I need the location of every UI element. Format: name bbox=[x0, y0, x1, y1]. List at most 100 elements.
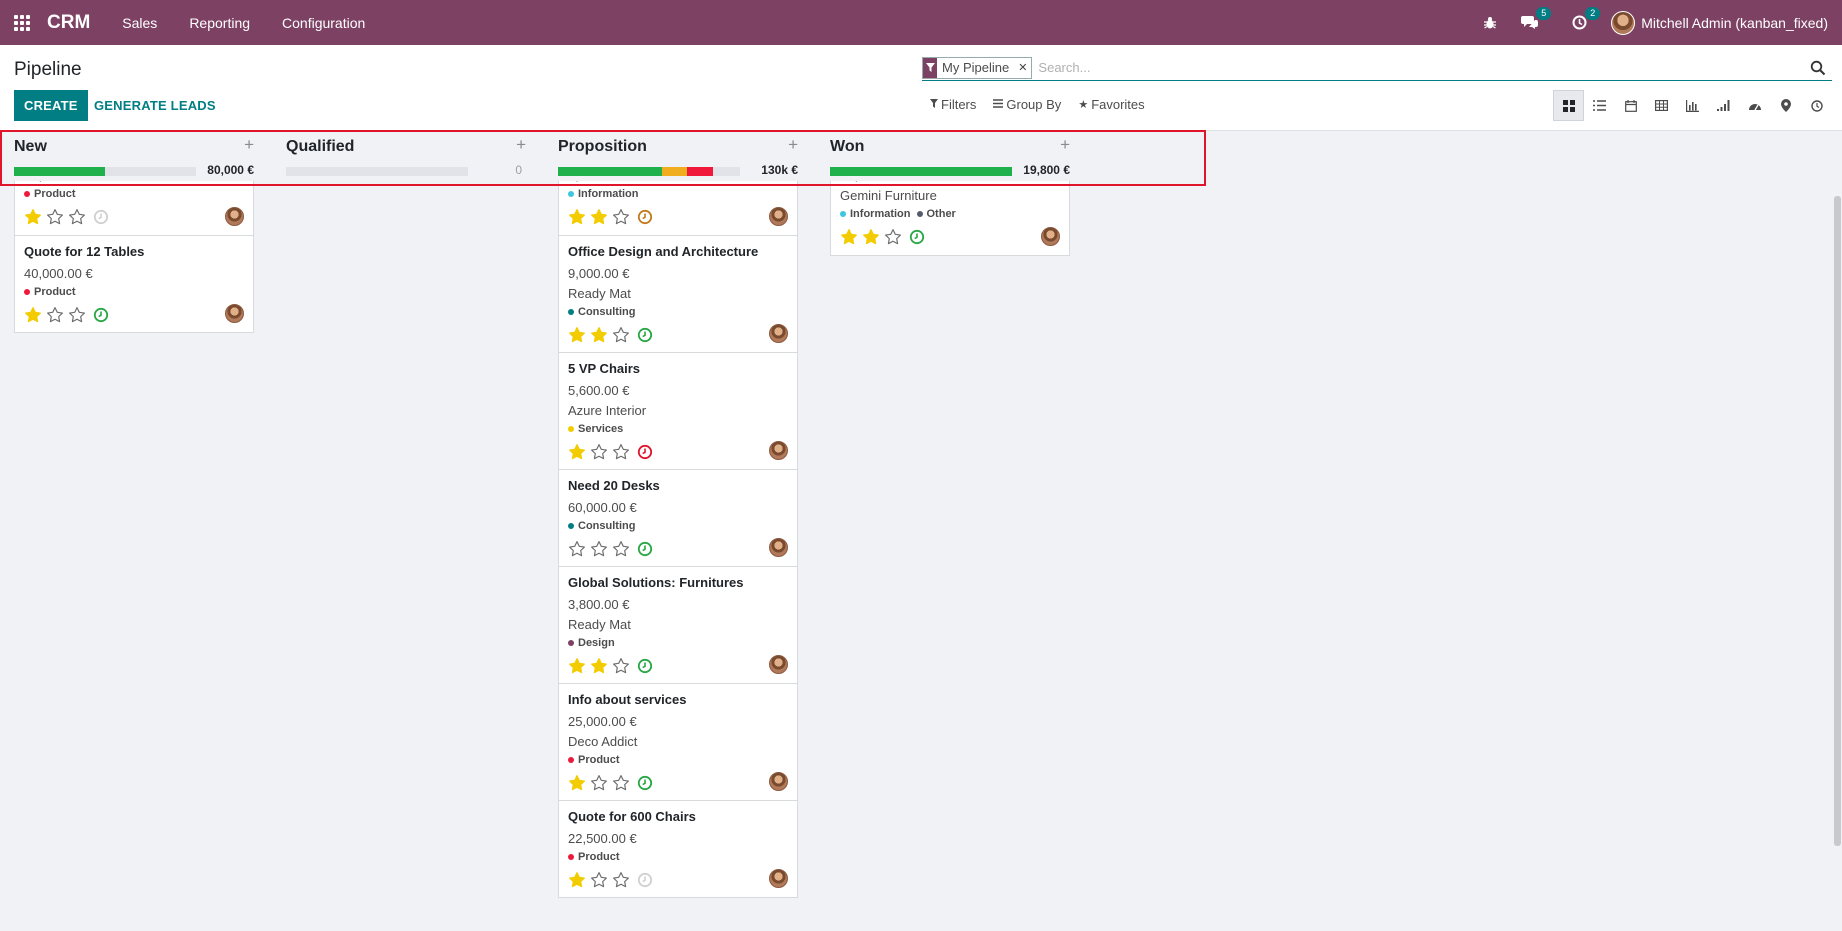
salesperson-avatar[interactable] bbox=[769, 772, 788, 791]
kanban-card[interactable]: Need 20 Desks 60,000.00 € Consulting bbox=[558, 469, 798, 567]
add-card-icon[interactable]: + bbox=[244, 135, 254, 155]
kanban-card[interactable]: 4,500.00 € Information bbox=[558, 173, 798, 236]
facet-remove-icon[interactable]: ✕ bbox=[1014, 58, 1031, 78]
priority-star-icon[interactable] bbox=[862, 228, 880, 246]
apps-menu-button[interactable] bbox=[0, 0, 44, 45]
add-card-icon[interactable]: + bbox=[516, 135, 526, 155]
kanban-view-button[interactable] bbox=[1553, 90, 1584, 121]
priority-star-icon[interactable] bbox=[612, 871, 630, 889]
activity-clock-icon[interactable] bbox=[637, 209, 653, 225]
priority-star-icon[interactable] bbox=[590, 657, 608, 675]
activity-clock-icon[interactable] bbox=[637, 775, 653, 791]
column-progress-bar[interactable] bbox=[286, 167, 468, 176]
activity-clock-icon[interactable] bbox=[637, 658, 653, 674]
search-input[interactable] bbox=[1038, 60, 1810, 75]
kanban-card[interactable]: 19,800.00 € Gemini Furniture Information… bbox=[830, 173, 1070, 256]
progress-segment[interactable] bbox=[661, 167, 688, 176]
add-card-icon[interactable]: + bbox=[1060, 135, 1070, 155]
column-title[interactable]: Proposition bbox=[558, 138, 647, 156]
priority-star-icon[interactable] bbox=[612, 657, 630, 675]
activity-clock-icon[interactable] bbox=[637, 541, 653, 557]
column-title[interactable]: Qualified bbox=[286, 138, 354, 156]
priority-star-icon[interactable] bbox=[24, 208, 42, 226]
app-brand[interactable]: CRM bbox=[47, 12, 90, 34]
priority-star-icon[interactable] bbox=[24, 306, 42, 324]
activity-clock-icon[interactable] bbox=[637, 444, 653, 460]
menu-sales[interactable]: Sales bbox=[106, 15, 173, 31]
column-progress-bar[interactable] bbox=[558, 167, 740, 176]
progress-segment[interactable] bbox=[558, 167, 662, 176]
list-view-button[interactable] bbox=[1584, 90, 1615, 121]
priority-star-icon[interactable] bbox=[590, 871, 608, 889]
activity-clock-icon[interactable] bbox=[637, 327, 653, 343]
priority-star-icon[interactable] bbox=[612, 326, 630, 344]
priority-star-icon[interactable] bbox=[612, 443, 630, 461]
priority-star-icon[interactable] bbox=[68, 208, 86, 226]
favorites-toggle[interactable]: ★ Favorites bbox=[1078, 97, 1144, 112]
column-title[interactable]: Won bbox=[830, 138, 864, 156]
kanban-card[interactable]: 40,000.00 € Product bbox=[14, 173, 254, 236]
salesperson-avatar[interactable] bbox=[769, 441, 788, 460]
priority-star-icon[interactable] bbox=[568, 774, 586, 792]
priority-star-icon[interactable] bbox=[568, 208, 586, 226]
vertical-scrollbar[interactable] bbox=[1833, 131, 1842, 931]
create-button[interactable]: CREATE bbox=[14, 90, 88, 121]
kanban-card[interactable]: Quote for 12 Tables 40,000.00 € Product bbox=[14, 235, 254, 333]
add-card-icon[interactable]: + bbox=[788, 135, 798, 155]
priority-star-icon[interactable] bbox=[590, 443, 608, 461]
column-progress-bar[interactable] bbox=[830, 167, 1012, 176]
progress-segment[interactable] bbox=[830, 167, 1012, 176]
kanban-card[interactable]: Global Solutions: Furnitures 3,800.00 € … bbox=[558, 566, 798, 684]
priority-star-icon[interactable] bbox=[590, 326, 608, 344]
priority-star-icon[interactable] bbox=[840, 228, 858, 246]
graph-view-button[interactable] bbox=[1677, 90, 1708, 121]
activities-clock-icon[interactable]: 2 bbox=[1572, 7, 1601, 30]
priority-star-icon[interactable] bbox=[590, 774, 608, 792]
activity-clock-icon[interactable] bbox=[637, 872, 653, 888]
generate-leads-button[interactable]: GENERATE LEADS bbox=[86, 90, 224, 121]
salesperson-avatar[interactable] bbox=[1041, 227, 1060, 246]
priority-star-icon[interactable] bbox=[568, 443, 586, 461]
pivot-view-button[interactable] bbox=[1646, 90, 1677, 121]
salesperson-avatar[interactable] bbox=[225, 304, 244, 323]
priority-star-icon[interactable] bbox=[46, 306, 64, 324]
column-progress-bar[interactable] bbox=[14, 167, 196, 176]
menu-reporting[interactable]: Reporting bbox=[173, 15, 266, 31]
priority-star-icon[interactable] bbox=[568, 871, 586, 889]
priority-star-icon[interactable] bbox=[612, 208, 630, 226]
priority-star-icon[interactable] bbox=[46, 208, 64, 226]
cohort-view-button[interactable] bbox=[1708, 90, 1739, 121]
user-menu[interactable]: Mitchell Admin (kanban_fixed) bbox=[1611, 10, 1828, 35]
priority-star-icon[interactable] bbox=[590, 208, 608, 226]
map-view-button[interactable] bbox=[1770, 90, 1801, 121]
progress-segment[interactable] bbox=[14, 167, 105, 176]
messages-icon[interactable]: 5 bbox=[1521, 7, 1552, 30]
priority-star-icon[interactable] bbox=[568, 326, 586, 344]
activity-clock-icon[interactable] bbox=[909, 229, 925, 245]
salesperson-avatar[interactable] bbox=[769, 869, 788, 888]
salesperson-avatar[interactable] bbox=[769, 324, 788, 343]
priority-star-icon[interactable] bbox=[612, 774, 630, 792]
debug-bug-icon[interactable] bbox=[1483, 16, 1497, 30]
groupby-toggle[interactable]: Group By bbox=[993, 97, 1061, 112]
kanban-card[interactable]: 5 VP Chairs 5,600.00 € Azure Interior Se… bbox=[558, 352, 798, 470]
priority-star-icon[interactable] bbox=[612, 540, 630, 558]
calendar-view-button[interactable] bbox=[1615, 90, 1646, 121]
salesperson-avatar[interactable] bbox=[225, 207, 244, 226]
activity-clock-icon[interactable] bbox=[93, 209, 109, 225]
salesperson-avatar[interactable] bbox=[769, 207, 788, 226]
search-icon[interactable] bbox=[1810, 60, 1826, 76]
kanban-card[interactable]: Quote for 600 Chairs 22,500.00 € Product bbox=[558, 800, 798, 898]
activity-view-button[interactable] bbox=[1801, 90, 1832, 121]
kanban-card[interactable]: Office Design and Architecture 9,000.00 … bbox=[558, 235, 798, 353]
salesperson-avatar[interactable] bbox=[769, 538, 788, 557]
kanban-card[interactable]: Info about services 25,000.00 € Deco Add… bbox=[558, 683, 798, 801]
scrollbar-thumb[interactable] bbox=[1834, 196, 1841, 846]
salesperson-avatar[interactable] bbox=[769, 655, 788, 674]
menu-configuration[interactable]: Configuration bbox=[266, 15, 381, 31]
filters-toggle[interactable]: Filters bbox=[930, 97, 976, 112]
column-title[interactable]: New bbox=[14, 138, 47, 156]
priority-star-icon[interactable] bbox=[884, 228, 902, 246]
priority-star-icon[interactable] bbox=[568, 657, 586, 675]
activity-clock-icon[interactable] bbox=[93, 307, 109, 323]
